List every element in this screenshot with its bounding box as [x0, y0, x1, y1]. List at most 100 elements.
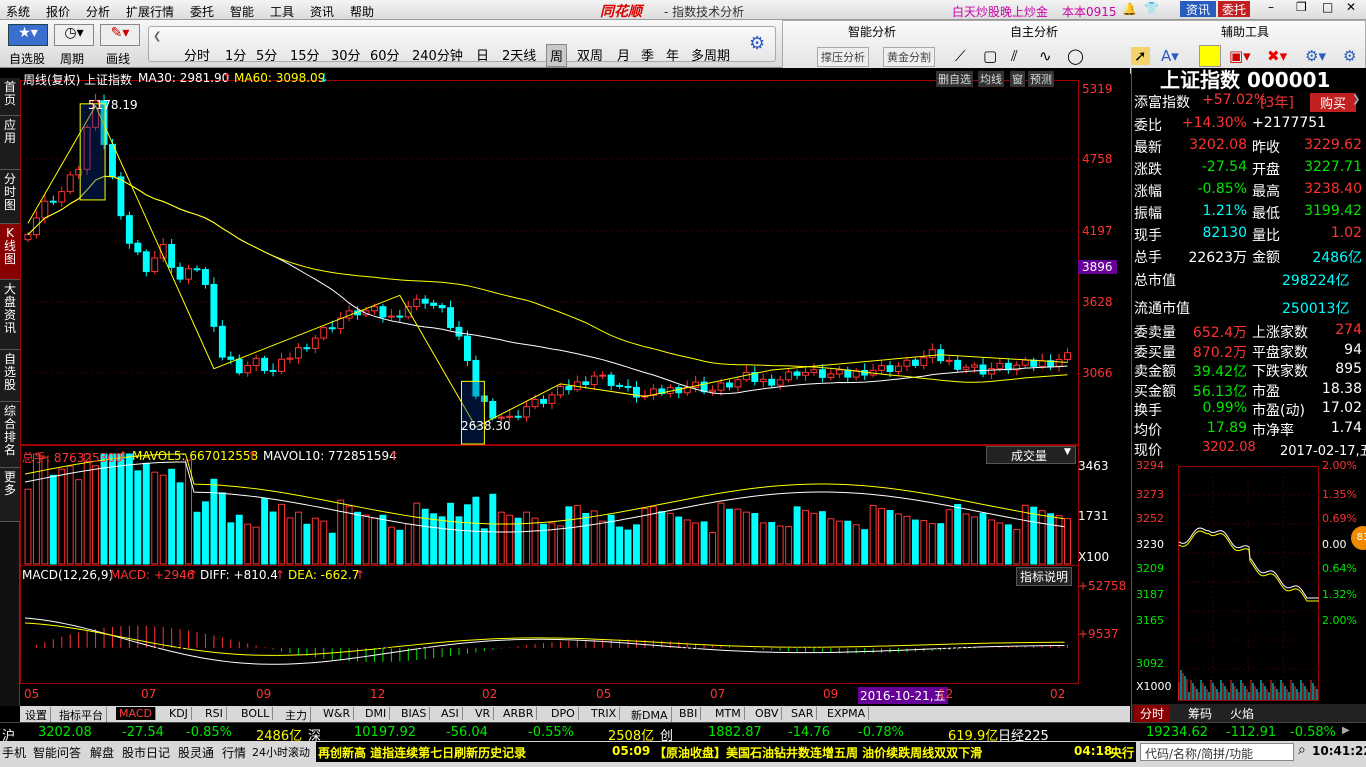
tab-bbi[interactable]: BBI	[676, 707, 702, 720]
period-2week[interactable]: 双周	[574, 44, 606, 65]
trade-button[interactable]: 委托	[1218, 1, 1251, 17]
tab-sar[interactable]: SAR	[788, 707, 818, 720]
bell-icon[interactable]: 🔔	[1122, 2, 1137, 16]
tab-rsi[interactable]: RSI	[202, 707, 227, 720]
period-1min[interactable]: 1分	[222, 44, 249, 65]
news-headline-2[interactable]: 【原油收盘】美国石油钻井数连增五周 油价续跌周线双双下滑	[654, 744, 982, 761]
menu-tools[interactable]: 工具	[270, 3, 294, 20]
tab-arbr[interactable]: ARBR	[500, 707, 538, 720]
news-ticker[interactable]: 再创新高 道指连续第七日刷新历史记录 05:09 【原油收盘】美国石油钻井数连增…	[316, 742, 1136, 762]
tab-trix[interactable]: TRIX	[588, 707, 621, 720]
menu-analysis[interactable]: 分析	[86, 3, 110, 20]
channel-tool-icon[interactable]: ⫽	[1011, 47, 1018, 65]
tab-dpo[interactable]: DPO	[548, 707, 579, 720]
draw-line-icon[interactable]: ✎▾	[100, 24, 140, 46]
favorites-label[interactable]: 自选股	[9, 50, 45, 67]
tab-macd[interactable]: MACD	[116, 707, 156, 720]
tab-obv[interactable]: OBV	[752, 707, 783, 720]
menu-system[interactable]: 系统	[6, 3, 30, 20]
period-icon[interactable]: ◷▾	[54, 24, 94, 46]
forecast-button[interactable]: 预测	[1028, 71, 1054, 87]
period-multi[interactable]: 多周期	[688, 44, 733, 65]
tab-kdj[interactable]: KDJ	[166, 707, 192, 720]
rect-tool-icon[interactable]: ▢	[983, 47, 997, 65]
nav-home[interactable]: 首页	[0, 78, 20, 116]
news-headline-3[interactable]: 央行	[1110, 744, 1134, 761]
status-mobile[interactable]: 手机	[2, 744, 26, 761]
add-favorite-icon[interactable]: ★▾	[8, 24, 48, 46]
self-analysis-header[interactable]: 自主分析	[953, 23, 1115, 40]
delete-tool-icon[interactable]: ✖▾	[1267, 47, 1287, 65]
restore-icon[interactable]: ❐	[1296, 0, 1307, 14]
aux-more-icon[interactable]: ⚙	[1343, 47, 1356, 65]
remove-watch-button[interactable]: 删自选	[936, 71, 973, 87]
menu-news[interactable]: 资讯	[310, 3, 334, 20]
chart-svg[interactable]	[20, 68, 1130, 706]
tab-dmi[interactable]: DMI	[362, 707, 391, 720]
tab-expma[interactable]: EXPMA	[824, 707, 870, 720]
wave-tool-icon[interactable]: ∿	[1039, 47, 1052, 65]
chevron-down-icon[interactable]: ▼	[1064, 447, 1071, 457]
period-60min[interactable]: 60分	[367, 44, 403, 65]
tab-asi[interactable]: ASI	[438, 707, 463, 720]
kline-chart-area[interactable]: 周线(复权) 上证指数 MA30: 2981.90 ↑ MA60: 3098.0…	[20, 68, 1130, 706]
text-tool-icon[interactable]: A▾	[1161, 47, 1179, 65]
nav-more[interactable]: 更多	[0, 468, 20, 522]
menu-smart[interactable]: 智能	[230, 3, 254, 20]
status-diary[interactable]: 股市日记	[122, 744, 170, 761]
save-tool-icon[interactable]: ▣▾	[1229, 47, 1251, 65]
nav-apps[interactable]: 应用	[0, 116, 20, 170]
tab-timeshare[interactable]: 分时	[1134, 705, 1171, 722]
mini-timeshare-chart[interactable]: 3294 3273 3252 3230 3209 3187 3165 3092 2.00% 1.3…	[1132, 458, 1366, 704]
menu-help[interactable]: 帮助	[350, 3, 374, 20]
color-swatch[interactable]	[1199, 45, 1221, 67]
support-resistance-button[interactable]: 撑压分析	[817, 47, 869, 67]
shirt-icon[interactable]: 👕	[1144, 1, 1159, 15]
period-day[interactable]: 日	[473, 44, 492, 65]
menu-extended[interactable]: 扩展行情	[126, 3, 174, 20]
tab-new-dma[interactable]: 新DMA	[628, 707, 672, 723]
tab-main-force[interactable]: 主力	[282, 707, 311, 723]
nav-kline[interactable]: K线图	[0, 224, 20, 280]
period-30min[interactable]: 30分	[328, 44, 364, 65]
indicator-help-button[interactable]: 指标说明	[1016, 567, 1073, 586]
nav-ranking[interactable]: 综合排名	[0, 402, 20, 468]
tab-mtm[interactable]: MTM	[712, 707, 745, 720]
search-input[interactable]: 代码/名称/简拼/功能	[1145, 745, 1253, 762]
close-icon[interactable]: ✕	[1346, 0, 1356, 14]
status-analysis[interactable]: 解盘	[90, 744, 114, 761]
golden-section-button[interactable]: 黄金分割	[883, 47, 935, 67]
status-quote[interactable]: 行情	[222, 744, 246, 761]
line-tool-icon[interactable]: ⟋	[955, 47, 966, 65]
tab-boll[interactable]: BOLL	[238, 707, 274, 720]
collapse-icon[interactable]: ❮	[153, 31, 161, 42]
circle-tool-icon[interactable]: ◯	[1067, 47, 1084, 65]
period-month[interactable]: 月	[614, 44, 633, 65]
period-240min[interactable]: 240分钟	[409, 44, 466, 65]
tab-indicator-platform[interactable]: 指标平台	[56, 707, 107, 723]
news-button[interactable]: 资讯	[1180, 1, 1217, 17]
nav-timeshare[interactable]: 分时图	[0, 170, 20, 224]
ma-button[interactable]: 均线	[978, 71, 1004, 87]
nav-market-news[interactable]: 大盘资讯	[0, 280, 20, 350]
period-fenshi[interactable]: 分时	[181, 44, 213, 65]
maximize-icon[interactable]: □	[1322, 0, 1333, 14]
period-quarter[interactable]: 季	[638, 44, 657, 65]
settings-gear-icon[interactable]: ⚙	[749, 33, 765, 54]
status-smart-qa[interactable]: 智能问答	[33, 744, 81, 761]
tab-chips[interactable]: 筹码	[1182, 705, 1218, 722]
period-5min[interactable]: 5分	[253, 44, 280, 65]
magnifier-icon[interactable]: ⌕	[1298, 742, 1306, 758]
tab-bias[interactable]: BIAS	[398, 707, 431, 720]
volume-indicator-dropdown[interactable]: 成交量	[986, 446, 1076, 464]
period-15min[interactable]: 15分	[287, 44, 323, 65]
period-label[interactable]: 周期	[60, 50, 84, 67]
ticker-more-icon[interactable]: ▶	[1342, 725, 1350, 736]
news-headline-1[interactable]: 再创新高 道指连续第七日刷新历史记录	[318, 744, 526, 761]
nav-watchlist[interactable]: 自选股	[0, 350, 20, 402]
promo-link[interactable]: 白天炒股晚上炒金	[952, 3, 1048, 20]
scroll-right-icon[interactable]: ❯	[1352, 94, 1360, 105]
smart-analysis-header[interactable]: 智能分析	[783, 23, 961, 40]
search-box[interactable]: 代码/名称/简拼/功能	[1140, 743, 1294, 761]
minimize-icon[interactable]: –	[1268, 0, 1274, 14]
